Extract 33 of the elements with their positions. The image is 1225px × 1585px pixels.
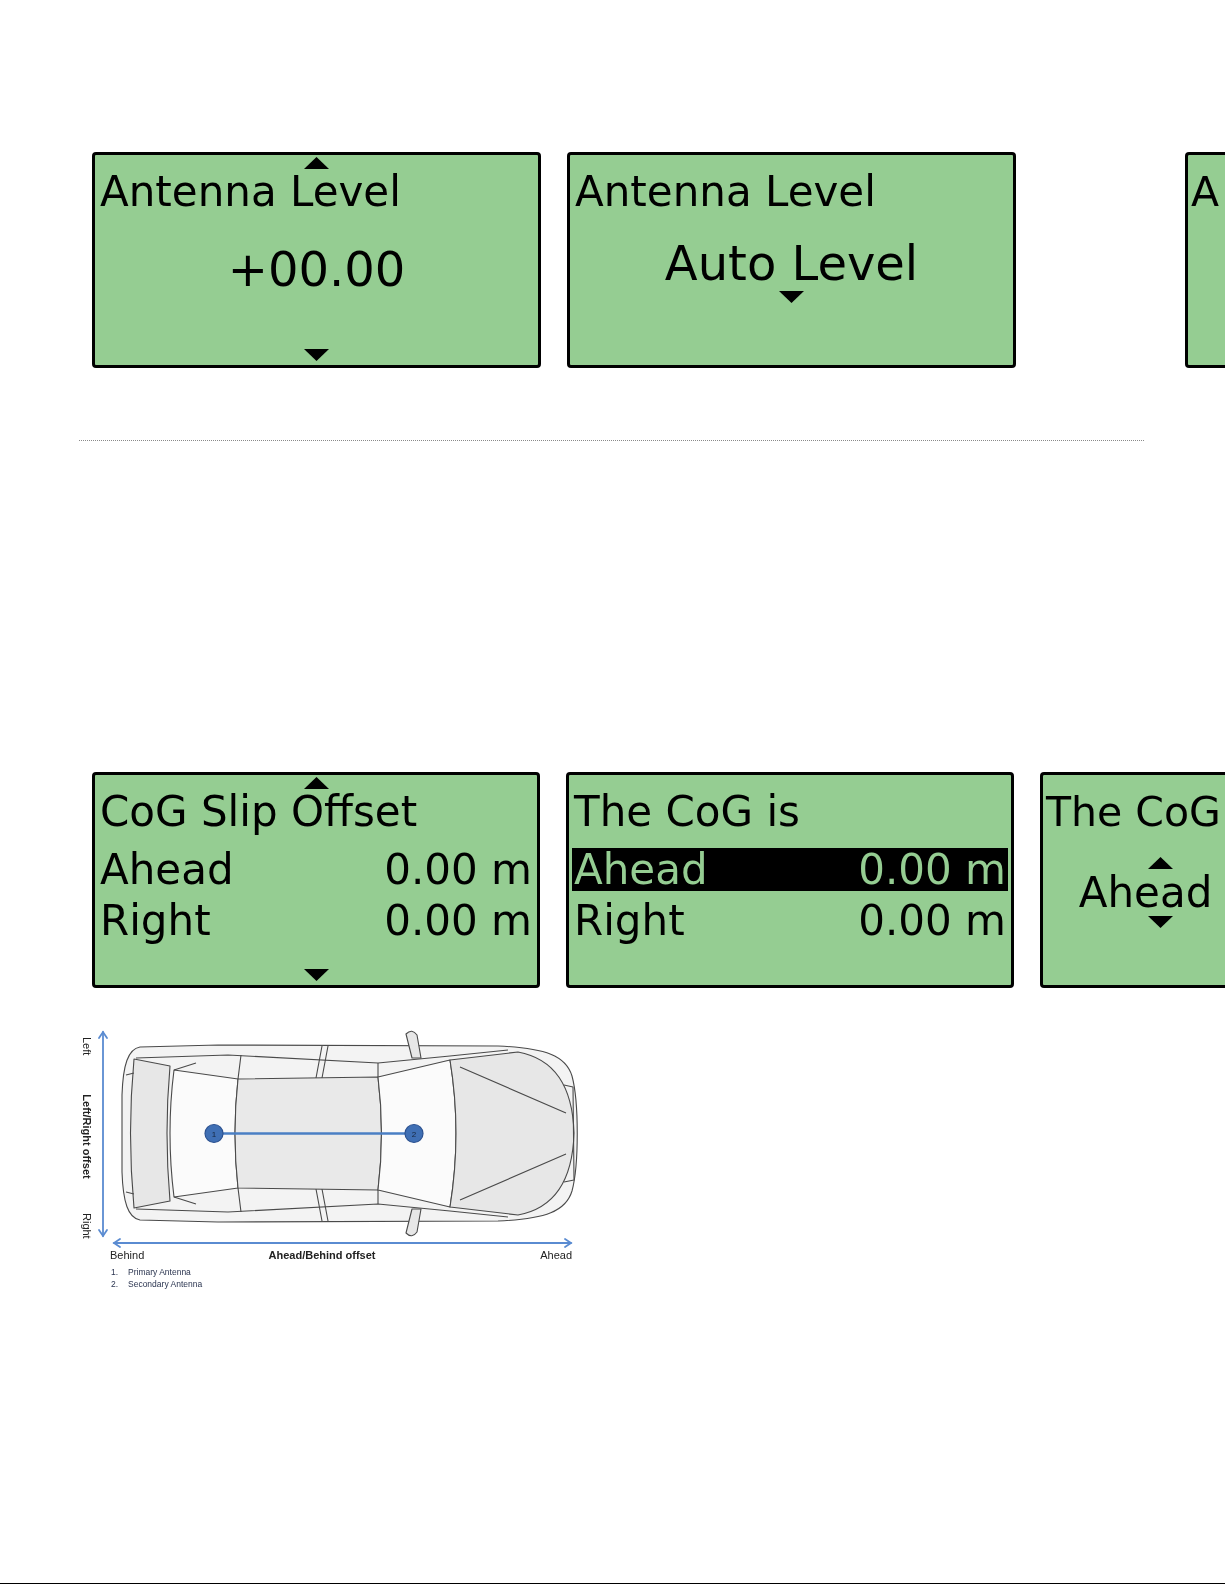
screen-value: +00.00	[227, 243, 406, 295]
axis-label: Behind	[110, 1249, 145, 1261]
screen-value: Auto Level	[664, 237, 919, 289]
row-label: Right	[100, 899, 211, 942]
row-value: 0.00 m	[384, 848, 532, 891]
row-value: 0.00 m	[858, 848, 1006, 891]
antenna-marker: 1	[204, 1123, 224, 1144]
menu-row[interactable]: Right 0.00 m	[572, 899, 1008, 942]
legend-number: 2.	[111, 1279, 119, 1289]
row-label: Ahead	[574, 848, 708, 891]
menu-row[interactable]: Right 0.00 m	[98, 899, 534, 942]
menu-row[interactable]: Ahead 0.00 m	[572, 848, 1008, 891]
screen-title: Antenna Level	[574, 167, 877, 217]
axis-label: Ahead	[540, 1249, 572, 1261]
axis-title: Ahead/Behind offset	[268, 1249, 376, 1261]
axis-label: Right	[81, 1213, 93, 1239]
screen-title: CoG Slip Offset	[99, 787, 419, 837]
screen-title: The CoG	[1045, 787, 1222, 837]
screen-title: Antenna Level	[99, 167, 402, 217]
screen-title: The CoG is	[573, 787, 801, 837]
screen-value: Ahead	[1078, 871, 1213, 914]
legend-number: 1.	[111, 1267, 119, 1277]
axis-label: Left	[81, 1037, 93, 1056]
axis-title: Left/Right offset	[81, 1094, 93, 1179]
row-label: Ahead	[100, 848, 234, 891]
legend-label: Secondary Antenna	[128, 1279, 203, 1289]
row-label: Right	[574, 899, 685, 942]
menu-row[interactable]: Ahead 0.00 m	[98, 848, 534, 891]
row-value: 0.00 m	[858, 899, 1006, 942]
legend-label: Primary Antenna	[128, 1267, 191, 1277]
row-value: 0.00 m	[384, 899, 532, 942]
screen-title: A	[1190, 167, 1221, 217]
antenna-marker: 2	[404, 1123, 424, 1144]
